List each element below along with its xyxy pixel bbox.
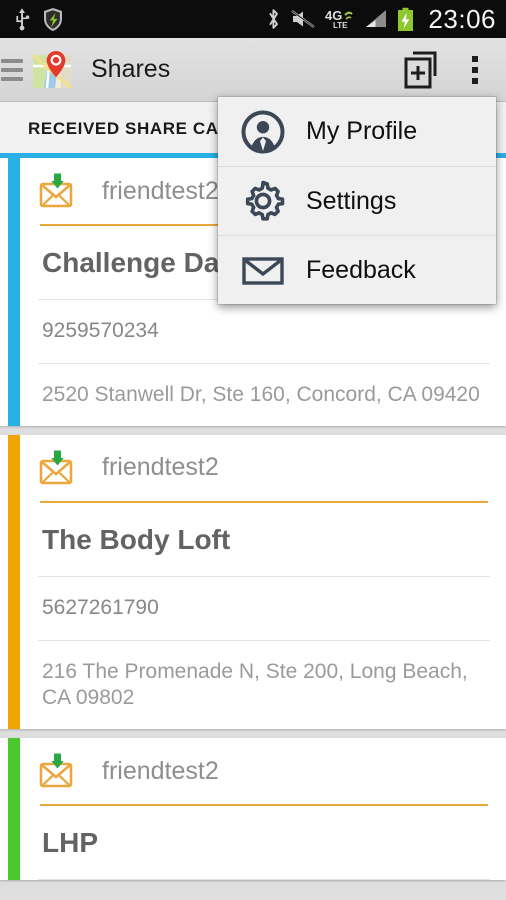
card-accent-stripe	[8, 738, 20, 881]
4g-lte-icon: 4G LTE	[325, 7, 355, 31]
card-sender-name: friendtest2	[102, 176, 219, 205]
menu-item-label: My Profile	[306, 117, 418, 145]
usb-icon	[14, 7, 30, 31]
battery-charging-icon	[397, 7, 414, 32]
card-sender-name: friendtest2	[102, 756, 219, 785]
card-accent-stripe	[8, 434, 20, 730]
maps-location-icon	[31, 49, 73, 91]
menu-item-label: Feedback	[306, 255, 416, 284]
svg-text:LTE: LTE	[333, 21, 348, 30]
gear-icon	[238, 176, 288, 226]
ringer-muted-icon	[290, 8, 316, 30]
card-title: LHP	[42, 827, 98, 859]
status-bar-left-icons	[14, 7, 64, 32]
page-title: Shares	[91, 55, 171, 83]
action-bar-actions	[392, 38, 506, 102]
status-bar: 4G LTE 23:06	[0, 0, 506, 38]
tab-label: RECEIVED SHARE CARD	[28, 118, 245, 138]
received-envelope-icon	[38, 753, 82, 789]
overflow-menu-icon[interactable]	[452, 38, 498, 102]
card-phone[interactable]: 9259570234	[38, 300, 490, 362]
card-header: friendtest2	[38, 738, 490, 804]
menu-item-settings[interactable]: Settings	[218, 166, 496, 235]
add-share-card-icon[interactable]	[392, 38, 452, 102]
received-envelope-icon	[38, 450, 82, 486]
overflow-popup-menu[interactable]: My Profile Settings Feedback	[218, 97, 496, 304]
envelope-icon	[238, 245, 288, 295]
menu-item-my-profile[interactable]: My Profile	[218, 97, 496, 166]
hamburger-menu-icon[interactable]	[1, 58, 23, 81]
phone-screen: 4G LTE 23:06 Shares RECEIVED SHARE CARD …	[0, 0, 506, 900]
menu-item-feedback[interactable]: Feedback	[218, 235, 496, 304]
menu-item-label: Settings	[306, 186, 397, 215]
action-bar: Shares	[0, 38, 506, 102]
status-bar-right-icons: 4G LTE 23:06	[266, 4, 496, 35]
share-card-item[interactable]: friendtest2 The Body Loft 5627261790 216…	[0, 434, 506, 730]
status-bar-clock: 23:06	[428, 3, 496, 34]
card-address[interactable]: 216 The Promenade N, Ste 200, Long Beach…	[38, 641, 490, 730]
bluetooth-icon	[266, 7, 281, 31]
share-card-item[interactable]: friendtest2 LHP	[0, 738, 506, 881]
card-row-divider	[38, 879, 490, 881]
card-body: friendtest2 The Body Loft 5627261790 216…	[20, 435, 506, 729]
card-sender-name: friendtest2	[102, 453, 219, 482]
card-title: The Body Loft	[42, 523, 231, 555]
person-profile-icon	[238, 107, 288, 157]
received-envelope-icon	[38, 173, 82, 209]
card-address[interactable]: 2520 Stanwell Dr, Ste 160, Concord, CA 0…	[38, 364, 490, 426]
shield-icon	[42, 7, 64, 32]
card-header: friendtest2	[38, 435, 490, 501]
card-body: friendtest2 LHP	[20, 738, 506, 881]
card-accent-stripe	[8, 158, 20, 426]
signal-bars-icon	[364, 8, 388, 30]
card-phone[interactable]: 5627261790	[38, 577, 490, 639]
